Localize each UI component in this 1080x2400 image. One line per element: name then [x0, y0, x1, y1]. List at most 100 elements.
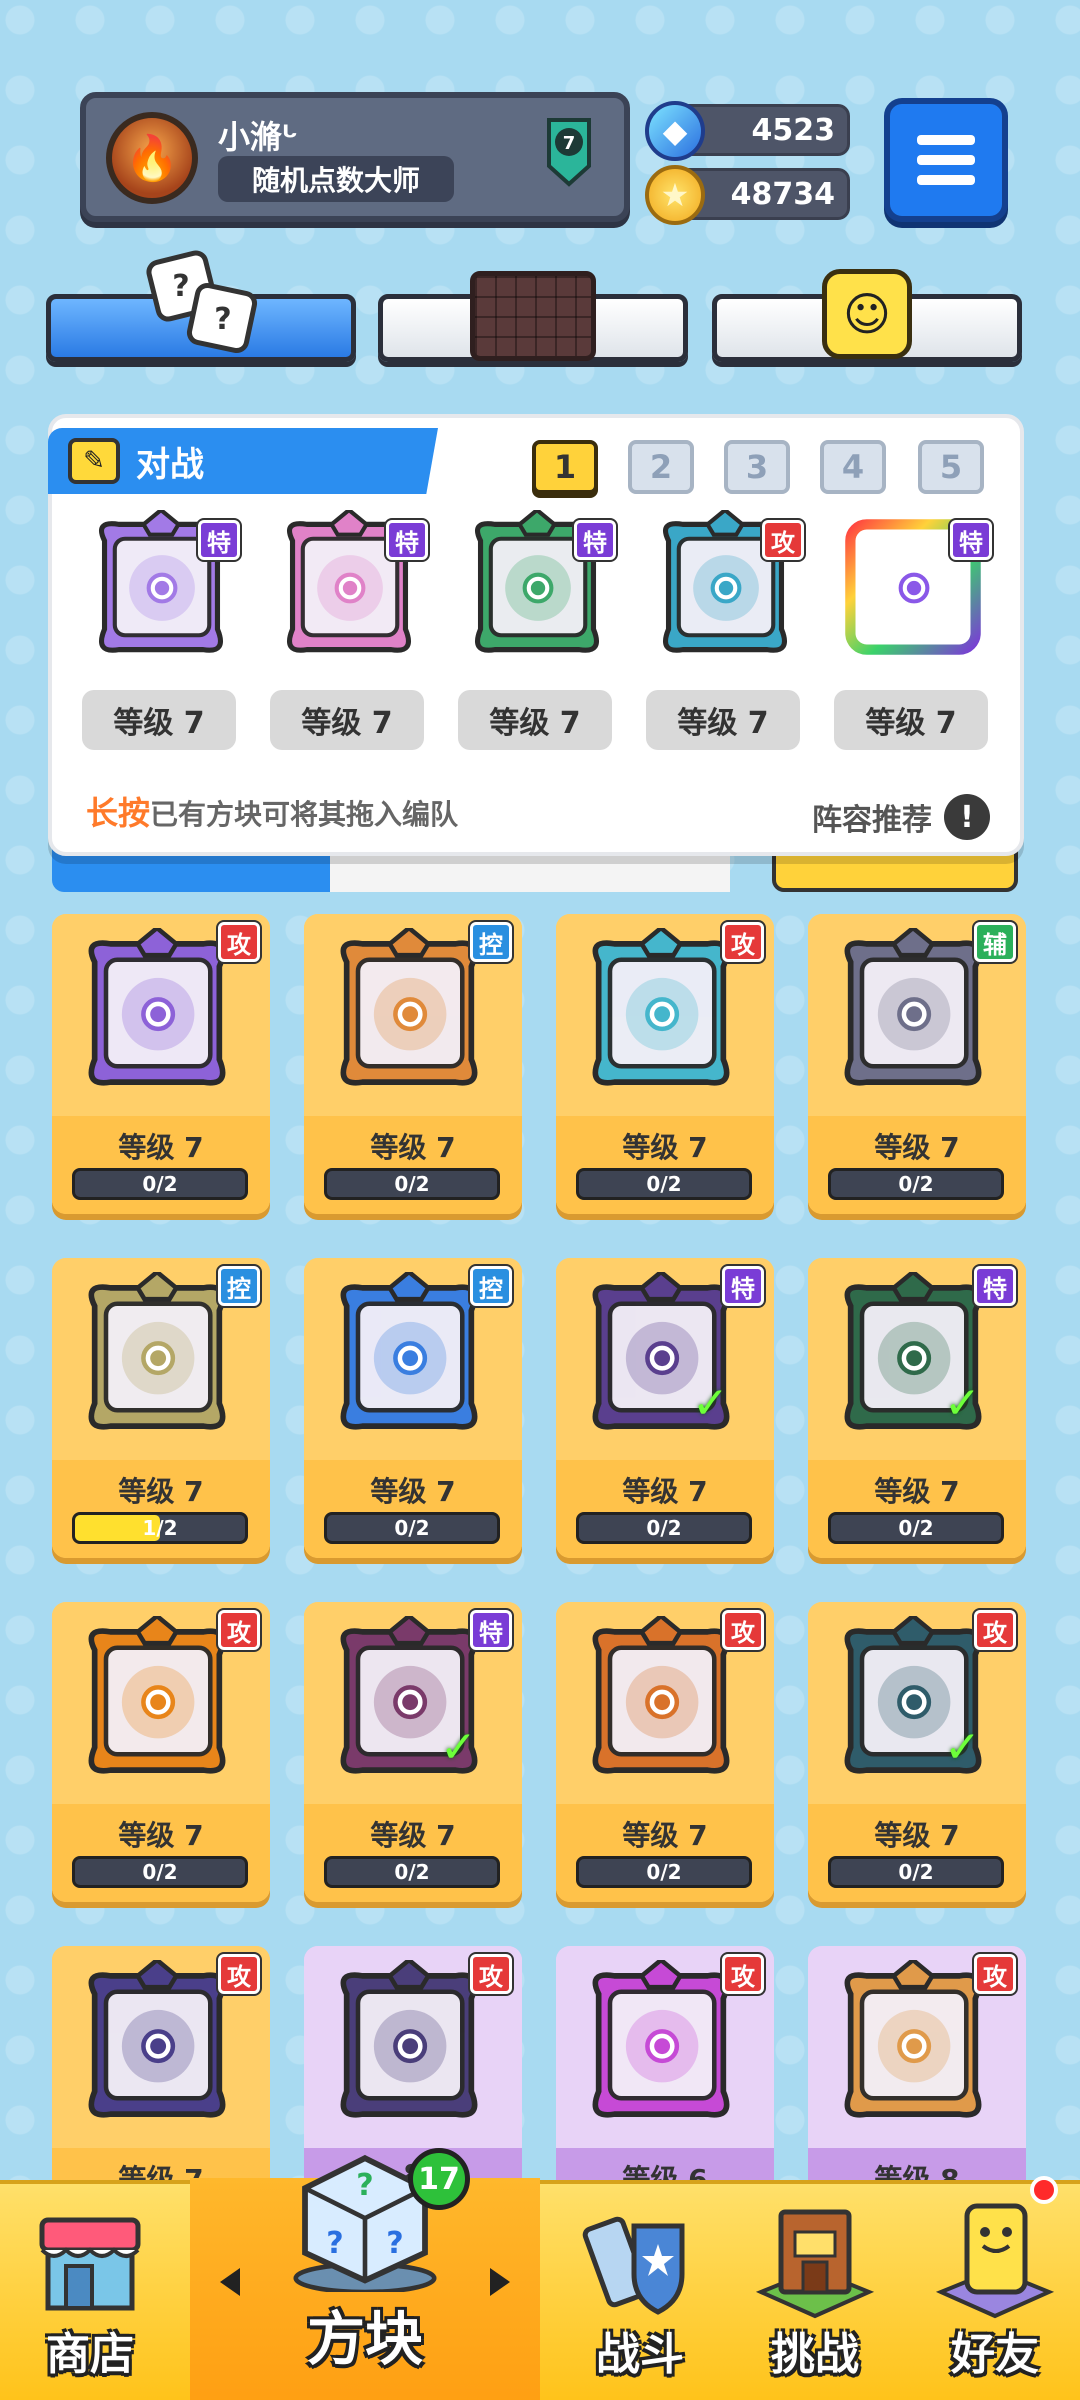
- dice-card-level-band: 等级 7 0/2: [556, 1804, 774, 1902]
- dice-card-art-area: 控: [304, 1258, 522, 1460]
- deck-dice-2[interactable]: 特等级 7: [270, 510, 428, 750]
- dice-type-tag: 特: [574, 520, 616, 560]
- deck-dice-1[interactable]: 特等级 7: [82, 510, 240, 750]
- nav-battle[interactable]: 战斗: [560, 2184, 720, 2400]
- nav-dice[interactable]: ? ? ? 17 方块: [190, 2148, 540, 2400]
- dice-card[interactable]: 特 ✓ 等级 7 0/2: [304, 1602, 522, 1902]
- dice-type-tag: 攻: [218, 1954, 260, 1994]
- dice-card[interactable]: 控等级 7 1/2: [52, 1258, 270, 1558]
- dice-type-tag: 攻: [218, 922, 260, 962]
- upgrade-progress-text: 0/2: [646, 1516, 682, 1540]
- menu-button[interactable]: [884, 98, 1008, 222]
- in-deck-check-icon: ✓: [944, 1722, 981, 1773]
- dice-art-icon: [88, 1272, 226, 1430]
- deck-dice-5[interactable]: 特等级 7: [834, 510, 992, 750]
- deck-slot-4[interactable]: 4: [820, 440, 886, 494]
- hamburger-line: [917, 175, 975, 185]
- gem-icon: ◆: [645, 101, 705, 161]
- dice-card-art-area: 控: [304, 914, 522, 1116]
- svg-text:?: ?: [326, 2226, 343, 2261]
- tab-board[interactable]: [378, 271, 688, 362]
- dice-card[interactable]: 攻等级 7 0/2: [52, 1602, 270, 1902]
- dice-level-label: 等级 7: [118, 1131, 204, 1164]
- dice-card-level-band: 等级 7 0/2: [52, 1116, 270, 1214]
- dice-card[interactable]: 辅等级 7 0/2: [808, 914, 1026, 1214]
- flame-icon: 🔥: [124, 133, 180, 184]
- player-title: 随机点数大师: [218, 156, 454, 202]
- player-avatar[interactable]: 🔥: [106, 112, 198, 204]
- svg-text:?: ?: [172, 269, 189, 304]
- info-icon: !: [944, 794, 990, 840]
- rank-number: 7: [563, 133, 576, 154]
- dice-card[interactable]: 控等级 7 0/2: [304, 1258, 522, 1558]
- coin-counter[interactable]: ★ 48734: [645, 165, 850, 225]
- nav-friends[interactable]: 好友: [910, 2176, 1080, 2400]
- dice-card[interactable]: 特 ✓ 等级 7 0/2: [556, 1258, 774, 1558]
- bottom-navigation: 商店 ? ? ? 17 方块 战斗 挑战 好友: [0, 2148, 1080, 2400]
- rank-ribbon-icon[interactable]: 7: [541, 118, 597, 188]
- gem-counter[interactable]: ◆ 4523: [645, 101, 850, 161]
- dice-art-icon: [88, 928, 226, 1086]
- emote-icon: ☺: [822, 269, 912, 359]
- dice-level-label: 等级 7: [622, 1819, 708, 1852]
- dice-card-level-band: 等级 7 0/2: [808, 1804, 1026, 1902]
- dice-art-icon: [340, 1960, 478, 2118]
- dice-type-tag: 攻: [722, 1954, 764, 1994]
- upgrade-progress-bar: 0/2: [72, 1856, 248, 1888]
- tab-emote[interactable]: ☺: [712, 269, 1022, 362]
- deck-slot-1[interactable]: 1: [532, 440, 598, 494]
- upgrade-progress-text: 1/2: [142, 1516, 178, 1540]
- arrow-left-icon[interactable]: [220, 2268, 240, 2296]
- nav-challenge[interactable]: 挑战: [730, 2184, 900, 2400]
- gem-amount: 4523: [751, 112, 836, 148]
- dice-card-art-area: 特 ✓: [808, 1258, 1026, 1460]
- dice-card-level-band: 等级 7 0/2: [304, 1804, 522, 1902]
- dice-type-tag: 攻: [762, 520, 804, 560]
- deck-slot-5[interactable]: 5: [918, 440, 984, 494]
- dice-art-icon: [88, 1960, 226, 2118]
- nav-shop-label: 商店: [46, 2329, 134, 2380]
- hamburger-icon: [917, 135, 975, 145]
- dice-level-label: 等级 7: [646, 690, 800, 750]
- dice-card-level-band: 等级 7 0/2: [556, 1116, 774, 1214]
- player-profile-card[interactable]: 🔥 小滫ᒡ 随机点数大师 7: [80, 92, 630, 222]
- dice-type-tag: 攻: [722, 922, 764, 962]
- dice-type-tag: 攻: [974, 1954, 1016, 1994]
- dice-collection-grid: 攻等级 7 0/2 控等级 7 0/2 攻等级 7 0/2 辅等级 7 0/2 控等级 7 1/2…: [48, 914, 1032, 2246]
- dice-card[interactable]: 控等级 7 0/2: [304, 914, 522, 1214]
- deck-dice-3[interactable]: 特等级 7: [458, 510, 616, 750]
- dice-art-icon: [844, 1960, 982, 2118]
- dice-type-tag: 攻: [218, 1610, 260, 1650]
- dice-card[interactable]: 攻 ✓ 等级 7 0/2: [808, 1602, 1026, 1902]
- dice-level-label: 等级 7: [370, 1475, 456, 1508]
- upgrade-progress-bar: 0/2: [576, 1512, 752, 1544]
- in-deck-check-icon: ✓: [440, 1722, 477, 1773]
- upgrade-progress-bar: 0/2: [828, 1512, 1004, 1544]
- in-deck-check-icon: ✓: [692, 1378, 729, 1429]
- tab-dice[interactable]: ? ?: [46, 250, 356, 362]
- dice-art-icon: [844, 928, 982, 1086]
- deck-dice-4[interactable]: 攻等级 7: [646, 510, 804, 750]
- dice-card-art-area: 特 ✓: [556, 1258, 774, 1460]
- edit-icon[interactable]: ✎: [68, 438, 120, 484]
- dice-card[interactable]: 攻等级 7 0/2: [556, 914, 774, 1214]
- dice-card-art-area: 攻: [808, 1946, 1026, 2148]
- board-icon: [470, 271, 596, 361]
- lineup-recommend-button[interactable]: 阵容推荐 !: [812, 794, 990, 840]
- dice-level-label: 等级 7: [834, 690, 988, 750]
- dice-type-tag: 特: [386, 520, 428, 560]
- nav-shop[interactable]: 商店: [0, 2184, 180, 2400]
- notification-dot: [1030, 2176, 1058, 2204]
- dice-level-label: 等级 7: [270, 690, 424, 750]
- deck-header: ✎ 对战: [48, 428, 438, 494]
- dice-card[interactable]: 攻等级 7 0/2: [556, 1602, 774, 1902]
- lineup-recommend-label: 阵容推荐: [812, 803, 932, 838]
- deck-title: 对战: [136, 444, 204, 485]
- deck-slot-3[interactable]: 3: [724, 440, 790, 494]
- dice-card-level-band: 等级 7 1/2: [52, 1460, 270, 1558]
- arrow-right-icon[interactable]: [490, 2268, 510, 2296]
- dice-card[interactable]: 攻等级 7 0/2: [52, 914, 270, 1214]
- deck-slot-2[interactable]: 2: [628, 440, 694, 494]
- dice-card[interactable]: 特 ✓ 等级 7 0/2: [808, 1258, 1026, 1558]
- upgrade-progress-text: 0/2: [646, 1172, 682, 1196]
